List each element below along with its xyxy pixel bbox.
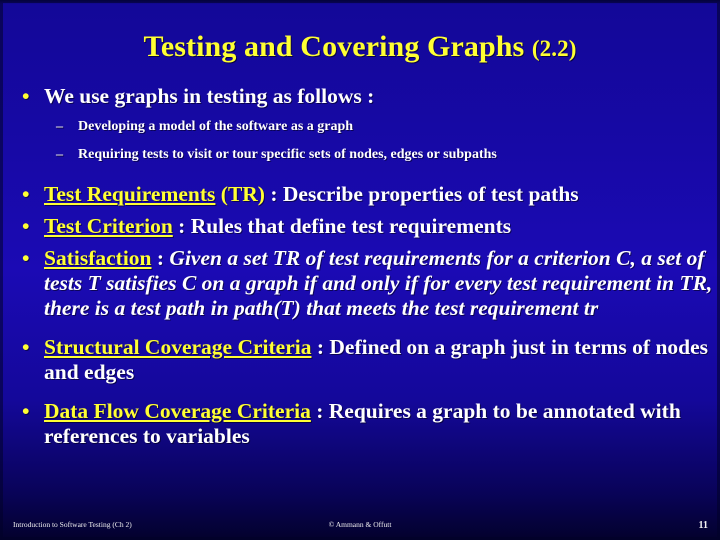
definition-satisfaction-separator: : xyxy=(151,246,170,270)
bullet-marker-icon: • xyxy=(22,399,30,423)
bullet-item-test-criterion: • Test Criterion : Rules that define test… xyxy=(14,214,714,239)
sub-bullet-text-tours: Requiring tests to visit or tour specifi… xyxy=(78,147,497,162)
definition-test-requirements: : Describe properties of test paths xyxy=(264,182,579,206)
definition-test-criterion: : Rules that define test requirements xyxy=(172,214,512,238)
slide-title-main: Testing and Covering Graphs xyxy=(143,30,532,63)
slide-body: • We use graphs in testing as follows : … xyxy=(14,84,714,449)
bullet-item-satisfaction: • Satisfaction : Given a set TR of test r… xyxy=(14,246,714,321)
bullet-item-test-requirements: • Test Requirements (TR) : Describe prope… xyxy=(14,182,714,207)
bullet-marker-icon: • xyxy=(22,182,30,206)
term-data-flow-coverage-criteria: Data Flow Coverage Criteria xyxy=(44,399,311,423)
term-structural-coverage-criteria: Structural Coverage Criteria xyxy=(44,335,312,359)
slide-footer: Introduction to Software Testing (Ch 2) … xyxy=(0,494,720,540)
slide-title: Testing and Covering Graphs (2.2) xyxy=(0,30,720,64)
term-test-requirements-abbrev: (TR) xyxy=(215,182,265,206)
term-test-criterion: Test Criterion xyxy=(44,214,173,238)
sub-bullet-item-tours: – Requiring tests to visit or tour speci… xyxy=(14,144,714,165)
footer-copyright: © Ammann & Offutt xyxy=(328,520,392,529)
bullet-item-data-flow-coverage: • Data Flow Coverage Criteria : Requires … xyxy=(14,399,714,449)
bullet-marker-icon: • xyxy=(22,335,30,359)
bullet-marker-icon: • xyxy=(22,84,30,108)
term-test-requirements: Test Requirements xyxy=(44,182,216,206)
slide-title-section-number: (2.2) xyxy=(531,36,577,61)
dash-marker-icon: – xyxy=(56,147,63,162)
sub-bullet-text-model: Developing a model of the software as a … xyxy=(78,119,354,134)
bullet-text-intro: We use graphs in testing as follows : xyxy=(44,84,375,108)
bullet-marker-icon: • xyxy=(22,214,30,238)
bullet-item-structural-coverage: • Structural Coverage Criteria : Defined … xyxy=(14,335,714,385)
sub-bullet-item-model: – Developing a model of the software as … xyxy=(14,116,714,137)
slide: Testing and Covering Graphs (2.2) • We u… xyxy=(0,0,720,540)
dash-marker-icon: – xyxy=(56,119,63,134)
bullet-item-intro: • We use graphs in testing as follows : xyxy=(14,84,714,109)
term-satisfaction: Satisfaction xyxy=(44,246,152,270)
footer-page-number: 11 xyxy=(698,520,708,531)
bullet-marker-icon: • xyxy=(22,246,30,270)
